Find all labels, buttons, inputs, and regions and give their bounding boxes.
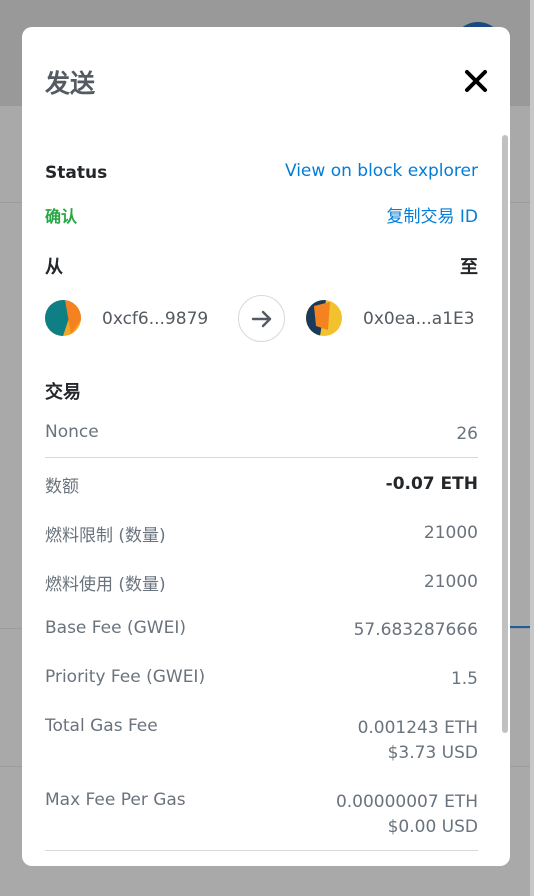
to-account-avatar — [306, 300, 342, 336]
detail-value: -0.07 ETH — [385, 474, 478, 494]
detail-label: Nonce — [45, 422, 99, 442]
detail-label: Max Fee Per Gas — [45, 790, 186, 810]
divider — [45, 457, 478, 458]
view-on-block-explorer-link[interactable]: View on block explorer — [285, 161, 478, 181]
close-button[interactable] — [462, 67, 490, 95]
detail-label: Base Fee (GWEI) — [45, 618, 186, 638]
detail-value-usd: $3.73 USD — [387, 743, 478, 763]
arrow-right-icon — [251, 310, 271, 327]
detail-value: 57.683287666 — [353, 620, 478, 640]
jazzicon-avatar — [306, 300, 342, 336]
detail-value-eth: 0.001243 ETH — [357, 718, 478, 738]
to-address[interactable]: 0x0ea...a1E3 — [363, 309, 475, 329]
transaction-details-modal: 发送 Status View on block explorer 确认 复制交易… — [22, 27, 510, 866]
detail-label: 燃料使用 (数量) — [45, 575, 166, 595]
copy-transaction-id-link[interactable]: 复制交易 ID — [386, 202, 478, 227]
page-scrollbar[interactable] — [530, 0, 534, 896]
from-account-avatar — [45, 300, 81, 336]
from-label: 从 — [45, 257, 63, 278]
modal-scrollbar[interactable] — [502, 135, 508, 733]
close-icon — [465, 70, 487, 92]
from-address[interactable]: 0xcf6...9879 — [102, 309, 208, 329]
detail-value: 1.5 — [450, 669, 478, 689]
to-label: 至 — [460, 257, 478, 278]
detail-label: Priority Fee (GWEI) — [45, 667, 206, 687]
detail-value-eth: 0.00000007 ETH — [335, 792, 478, 812]
transaction-heading: 交易 — [45, 382, 81, 403]
detail-label: 燃料限制 (数量) — [45, 526, 166, 546]
direction-indicator — [238, 295, 285, 342]
jazzicon-avatar — [45, 300, 81, 336]
detail-label: 数额 — [45, 477, 79, 497]
detail-label: Total Gas Fee — [45, 716, 158, 736]
detail-value: 21000 — [423, 523, 478, 543]
divider — [45, 850, 478, 851]
modal-title: 发送 — [45, 69, 96, 98]
detail-value: 26 — [456, 424, 478, 444]
status-label: Status — [45, 163, 108, 183]
status-badge: 确认 — [45, 207, 78, 226]
detail-value: 21000 — [423, 572, 478, 592]
detail-value-usd: $0.00 USD — [387, 817, 478, 837]
